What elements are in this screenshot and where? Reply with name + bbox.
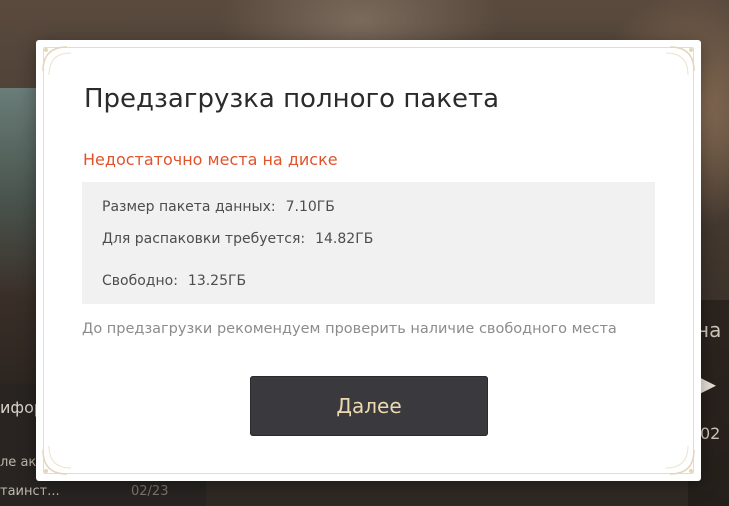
free-space-label: Свободно: (102, 273, 178, 289)
event-banner-number: ▸ 1 (700, 364, 729, 402)
background-character-card (0, 88, 38, 388)
package-size-label: Размер пакета данных: (102, 199, 276, 215)
unpack-required-value: 14.82ГБ (315, 231, 374, 247)
corner-ornament-icon (42, 445, 72, 475)
next-button[interactable]: Далее (250, 376, 488, 436)
event-banner-date: 02 (700, 424, 721, 443)
preload-dialog: Предзагрузка полного пакета Недостаточно… (36, 40, 701, 481)
news-item-date: 02/23 (131, 484, 169, 499)
preload-hint: До предзагрузки рекомендуем проверить на… (82, 321, 617, 337)
dialog-title: Предзагрузка полного пакета (84, 84, 500, 114)
unpack-required-row: Для распаковки требуется: 14.82ГБ (102, 231, 373, 247)
free-space-row: Свободно: 13.25ГБ (102, 273, 246, 289)
news-item: ле ак (0, 455, 37, 470)
news-item: таинст... (0, 484, 60, 499)
unpack-required-label: Для распаковки требуется: (102, 231, 306, 247)
free-space-value: 13.25ГБ (187, 273, 247, 289)
insufficient-space-warning: Недостаточно места на диске (83, 150, 338, 169)
corner-ornament-icon (665, 445, 695, 475)
corner-ornament-icon (665, 46, 695, 76)
package-size-row: Размер пакета данных: 7.10ГБ (102, 199, 335, 215)
package-size-value: 7.10ГБ (285, 199, 335, 215)
disk-info-box: Размер пакета данных: 7.10ГБ Для распаков… (82, 182, 655, 304)
corner-ornament-icon (42, 46, 72, 76)
launcher-window: ифор ле ак таинст... 02/23 на ▸ 1 02 Пре… (0, 0, 729, 506)
